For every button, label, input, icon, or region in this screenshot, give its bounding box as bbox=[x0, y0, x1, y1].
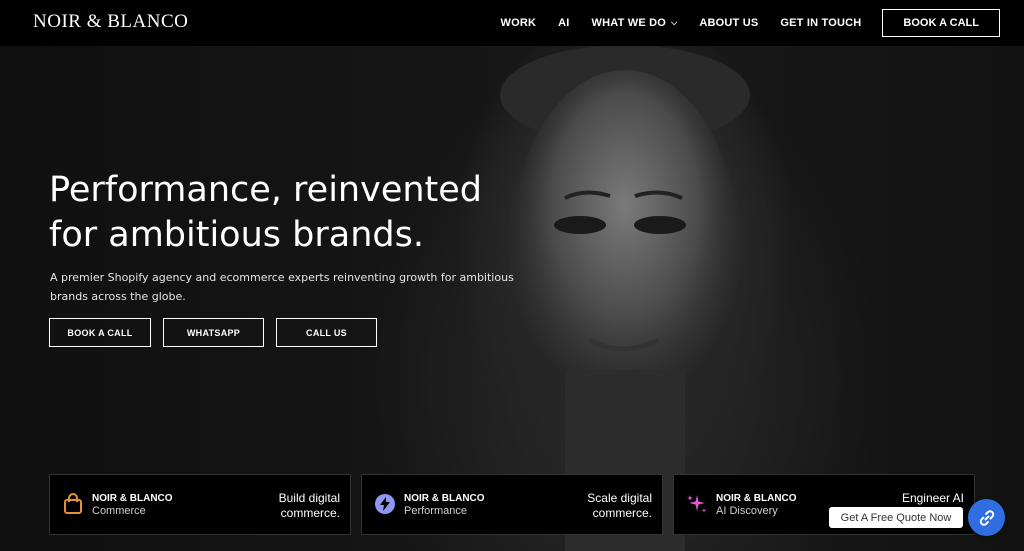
nav-ai-label: AI bbox=[558, 17, 570, 29]
brand-logo[interactable]: NOIR & BLANCO bbox=[33, 11, 188, 33]
hero-headline: Performance, reinvented for ambitious br… bbox=[49, 168, 569, 258]
card-performance[interactable]: NOIR & BLANCO Performance Scale digital … bbox=[361, 474, 663, 535]
main-nav: WORK AI WHAT WE DO ⌵ ABOUT US GET IN TOU… bbox=[479, 9, 1000, 37]
nav-what-we-do-label: WHAT WE DO bbox=[591, 17, 667, 29]
card-brand: NOIR & BLANCO bbox=[404, 493, 485, 504]
card-subtitle: Performance bbox=[404, 505, 467, 517]
chevron-down-icon: ⌵ bbox=[671, 18, 678, 27]
nav-about-us-label: ABOUT US bbox=[699, 17, 759, 29]
card-commerce[interactable]: NOIR & BLANCO Commerce Build digital com… bbox=[49, 474, 351, 535]
sparkles-icon bbox=[687, 495, 707, 513]
nav-what-we-do[interactable]: WHAT WE DO ⌵ bbox=[592, 17, 678, 29]
book-call-button[interactable]: BOOK A CALL bbox=[49, 318, 151, 347]
nav-work-label: WORK bbox=[500, 17, 537, 29]
card-subtitle: AI Discovery bbox=[716, 505, 778, 517]
nav-get-in-touch-label: GET IN TOUCH bbox=[780, 17, 862, 29]
call-us-button[interactable]: CALL US bbox=[276, 318, 377, 347]
header-book-call-button[interactable]: BOOK A CALL bbox=[882, 9, 1000, 37]
card-description: Engineer AI bbox=[901, 491, 964, 505]
free-quote-button[interactable]: Get A Free Quote Now bbox=[829, 507, 963, 528]
nav-ai[interactable]: AI bbox=[558, 17, 569, 29]
hero-subtext: A premier Shopify agency and ecommerce e… bbox=[50, 271, 514, 303]
card-subtitle: Commerce bbox=[92, 505, 146, 517]
hero-cta-group: BOOK A CALL WHATSAPP CALL US bbox=[49, 318, 389, 347]
card-description: Scale digital commerce. bbox=[587, 491, 652, 520]
site-header: NOIR & BLANCO WORK AI WHAT WE DO ⌵ ABOUT… bbox=[0, 0, 1024, 46]
whatsapp-button[interactable]: WHATSAPP bbox=[163, 318, 264, 347]
nav-get-in-touch[interactable]: GET IN TOUCH bbox=[780, 17, 861, 29]
shopping-bag-icon bbox=[64, 493, 82, 514]
nav-work[interactable]: WORK bbox=[501, 17, 537, 29]
card-brand: NOIR & BLANCO bbox=[716, 493, 797, 504]
card-description: Build digital commerce. bbox=[278, 491, 340, 520]
nav-about-us[interactable]: ABOUT US bbox=[699, 17, 758, 29]
card-brand: NOIR & BLANCO bbox=[92, 493, 173, 504]
headline-line-1: Performance, reinvented bbox=[49, 170, 483, 210]
headline-line-2: for ambitious brands. bbox=[49, 215, 424, 255]
quote-fab-button[interactable] bbox=[968, 499, 1005, 536]
link-icon bbox=[979, 509, 994, 526]
bolt-icon bbox=[375, 494, 395, 514]
